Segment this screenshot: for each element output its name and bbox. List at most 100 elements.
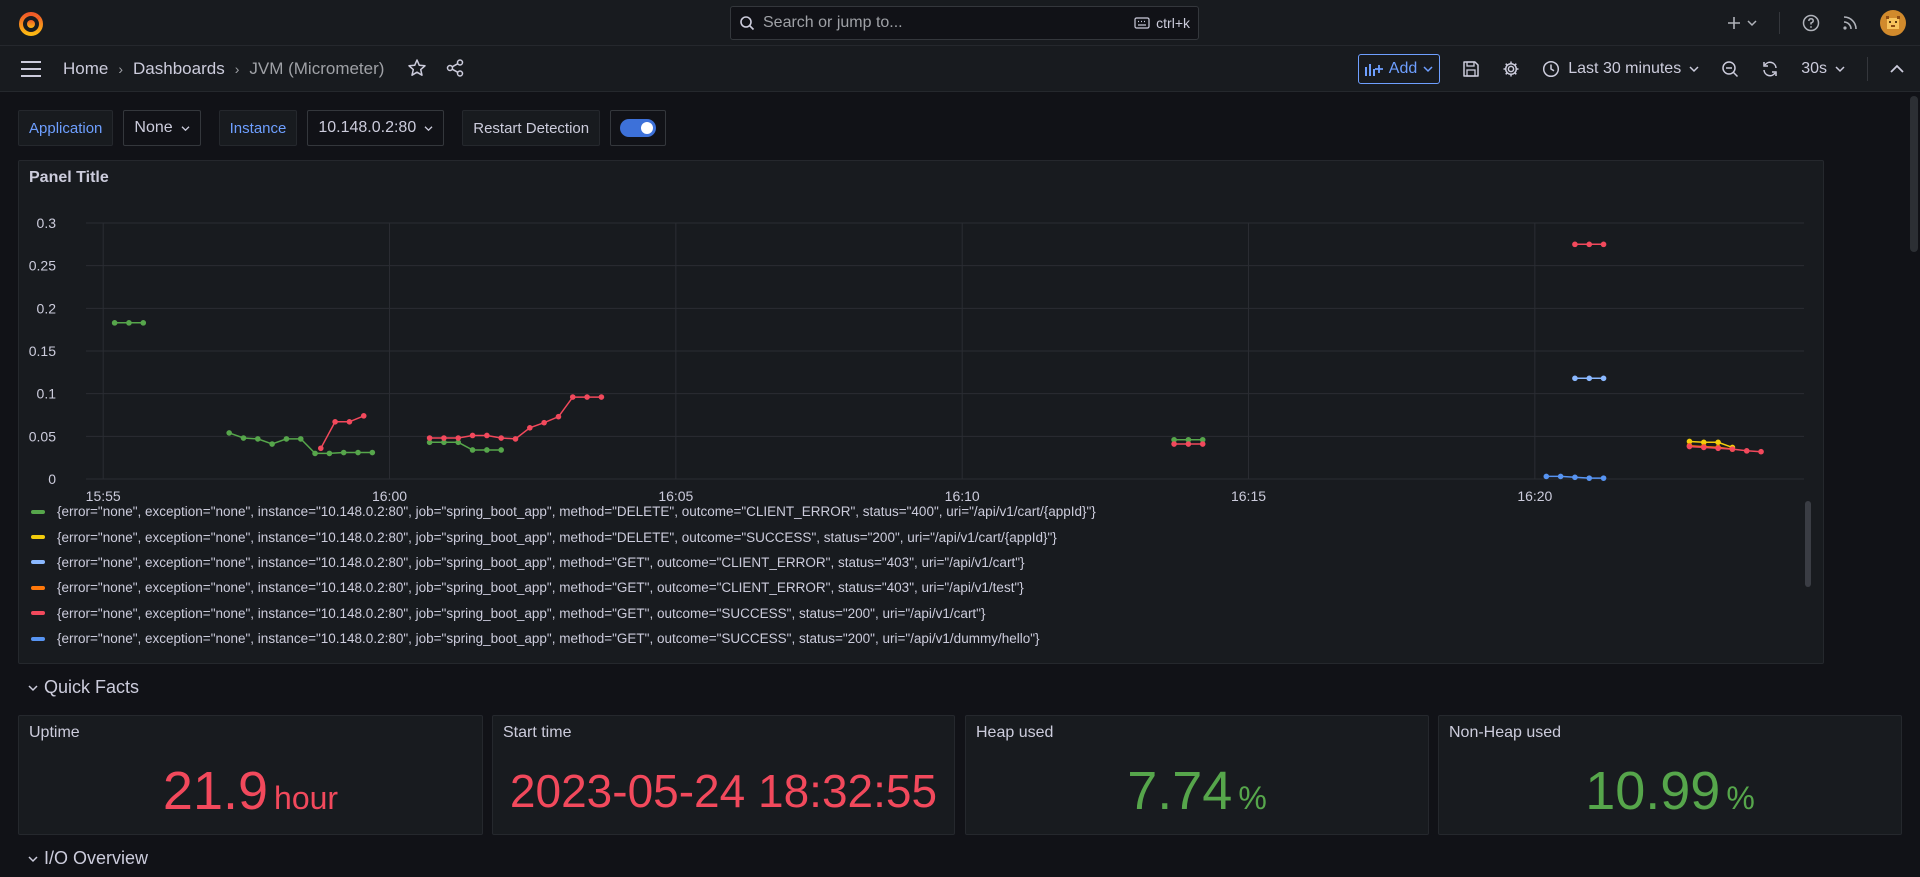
data-point xyxy=(360,413,367,419)
divider xyxy=(1867,57,1868,81)
search-input[interactable]: Search or jump to... ctrl+k xyxy=(730,6,1199,40)
series-line xyxy=(429,396,602,440)
grafana-logo-icon[interactable] xyxy=(18,10,44,36)
stat-panel-heap-used: Heap used 7.74% xyxy=(965,715,1429,835)
legend-item[interactable]: {error="none", exception="none", instanc… xyxy=(31,601,1791,626)
chart-legend: {error="none", exception="none", instanc… xyxy=(31,499,1791,651)
chevron-down-icon xyxy=(181,125,190,131)
add-button[interactable]: Add xyxy=(1357,54,1441,84)
y-tick-label: 0.3 xyxy=(37,215,57,231)
series-line xyxy=(320,415,364,449)
data-point xyxy=(226,430,232,436)
breadcrumb-dashboards[interactable]: Dashboards xyxy=(133,59,225,79)
series-line xyxy=(429,441,502,451)
stat-number: 10.99 xyxy=(1585,761,1721,821)
page-scrollbar[interactable] xyxy=(1910,96,1918,252)
data-point xyxy=(498,435,504,441)
chevron-down-icon xyxy=(1835,66,1845,73)
y-tick-label: 0.15 xyxy=(29,343,56,359)
legend-label: {error="none", exception="none", instanc… xyxy=(57,580,1024,596)
menu-icon[interactable] xyxy=(20,60,42,78)
star-icon[interactable] xyxy=(407,58,427,78)
chevron-right-icon: › xyxy=(118,61,124,77)
data-point xyxy=(1199,441,1206,447)
new-menu-button[interactable] xyxy=(1727,16,1757,30)
zoom-out-icon[interactable] xyxy=(1721,60,1739,78)
stat-title: Non-Heap used xyxy=(1449,724,1562,741)
data-point xyxy=(111,320,118,326)
data-point xyxy=(584,394,590,400)
legend-item[interactable]: {error="none", exception="none", instanc… xyxy=(31,626,1791,651)
data-point xyxy=(297,436,304,442)
chevron-down-icon xyxy=(1689,66,1699,73)
row-io-overview[interactable]: I/O Overview xyxy=(28,848,148,869)
data-point xyxy=(569,394,576,400)
data-point xyxy=(326,450,333,457)
legend-swatch xyxy=(31,585,45,590)
variables-bar: Application None Instance 10.148.0.2:80 … xyxy=(18,110,667,146)
stat-number: 7.74 xyxy=(1127,761,1233,821)
keyboard-shortcut: ctrl+k xyxy=(1134,15,1190,31)
application-value: None xyxy=(134,119,173,136)
data-point xyxy=(498,447,504,453)
data-point xyxy=(340,449,347,456)
data-point xyxy=(1572,241,1578,248)
time-range-label: Last 30 minutes xyxy=(1568,60,1682,77)
share-icon[interactable] xyxy=(445,58,465,78)
refresh-icon[interactable] xyxy=(1761,60,1779,78)
breadcrumb-current-dashboard: JVM (Micrometer) xyxy=(249,59,385,78)
data-point xyxy=(469,447,476,453)
chevron-up-icon[interactable] xyxy=(1890,64,1904,74)
legend-label: {error="none", exception="none", instanc… xyxy=(57,504,1096,520)
restart-detection-toggle[interactable] xyxy=(610,110,667,146)
gear-icon[interactable] xyxy=(1502,60,1520,78)
legend-item[interactable]: {error="none", exception="none", instanc… xyxy=(31,550,1791,575)
data-point xyxy=(455,435,462,441)
legend-item[interactable]: {error="none", exception="none", instanc… xyxy=(31,499,1791,524)
y-tick-label: 0.05 xyxy=(29,428,56,444)
legend-item[interactable]: {error="none", exception="none", instanc… xyxy=(31,524,1791,549)
stat-title: Uptime xyxy=(29,724,80,741)
panel-title[interactable]: Panel Title xyxy=(29,169,109,187)
data-point xyxy=(484,447,490,453)
toggle-switch[interactable] xyxy=(620,119,657,137)
breadcrumb: Home › Dashboards › JVM (Micrometer) xyxy=(63,59,384,79)
stat-value: 2023-05-24 18:32:55 xyxy=(493,764,954,818)
save-icon[interactable] xyxy=(1462,60,1480,78)
top-bar: Search or jump to... ctrl+k xyxy=(0,0,1920,46)
legend-label: {error="none", exception="none", instanc… xyxy=(57,605,986,621)
shortcut-label: ctrl+k xyxy=(1156,15,1190,31)
row-quick-facts[interactable]: Quick Facts xyxy=(28,677,139,698)
legend-swatch xyxy=(31,611,45,616)
time-series-panel: Panel Title 0 0.05 0.1 0.15 0.2 0.25 0.3 15:55 1… xyxy=(18,160,1824,664)
time-range-picker[interactable]: Last 30 minutes xyxy=(1542,60,1699,78)
help-icon[interactable] xyxy=(1802,14,1820,32)
refresh-interval-picker[interactable]: 30s xyxy=(1801,60,1845,78)
breadcrumb-home[interactable]: Home xyxy=(63,59,108,79)
legend-label: {error="none", exception="none", instanc… xyxy=(57,529,1057,545)
data-point xyxy=(283,436,290,442)
stat-unit: % xyxy=(1726,780,1755,816)
data-point xyxy=(255,436,261,442)
legend-label: {error="none", exception="none", instanc… xyxy=(57,631,1040,647)
data-point xyxy=(1557,473,1564,480)
data-point xyxy=(1600,241,1607,248)
legend-swatch xyxy=(31,636,45,641)
data-point xyxy=(1185,441,1192,447)
data-point xyxy=(469,432,476,439)
chevron-down-icon xyxy=(424,125,433,131)
data-point xyxy=(312,450,318,457)
application-select[interactable]: None xyxy=(123,110,201,146)
series-line xyxy=(1689,445,1762,453)
data-point xyxy=(1700,444,1707,451)
legend-scrollbar[interactable] xyxy=(1805,501,1811,587)
instance-select[interactable]: 10.148.0.2:80 xyxy=(307,110,445,146)
data-point xyxy=(1715,445,1721,452)
rss-icon[interactable] xyxy=(1842,15,1858,31)
avatar[interactable] xyxy=(1880,10,1906,36)
data-point xyxy=(240,435,247,441)
data-point xyxy=(1686,443,1693,450)
stat-number: 21.9 xyxy=(162,761,269,821)
legend-item[interactable]: {error="none", exception="none", instanc… xyxy=(31,575,1791,600)
data-point xyxy=(1758,448,1764,455)
